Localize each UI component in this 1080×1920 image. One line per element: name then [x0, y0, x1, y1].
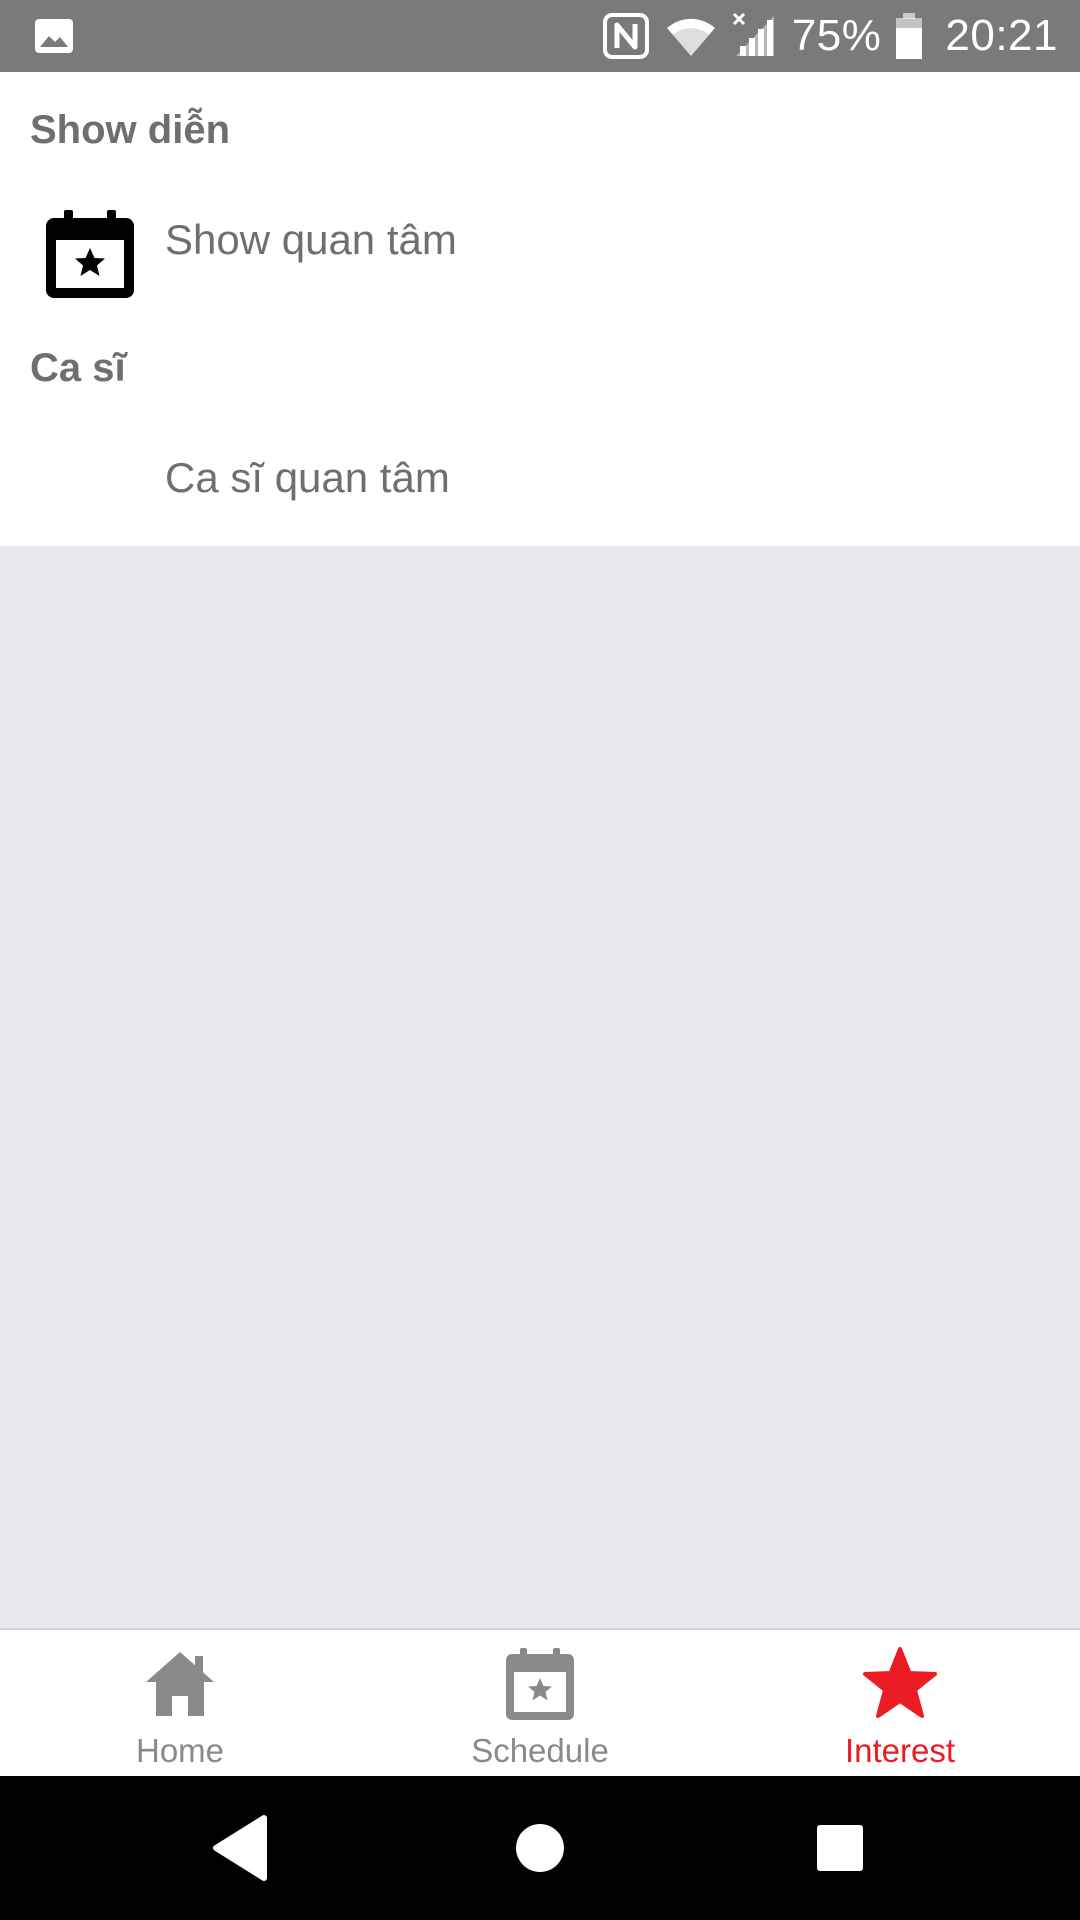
- tab-label: Interest: [844, 1732, 956, 1769]
- list-item-label: Show quan tâm: [165, 216, 457, 263]
- battery-percent: 75%: [791, 11, 882, 60]
- interest-list: Show diễn Show quan tâm Ca sĩ Ca sĩ quan…: [0, 72, 1080, 546]
- section-header-singers: Ca sĩ: [30, 346, 126, 390]
- calendar-star-icon: [500, 1644, 580, 1724]
- status-time: 20:21: [945, 11, 1058, 60]
- recents-button[interactable]: [790, 1798, 890, 1898]
- image-notification-icon: [34, 16, 74, 56]
- section-header-shows: Show diễn: [30, 108, 230, 152]
- home-button[interactable]: [490, 1798, 590, 1898]
- tab-schedule[interactable]: Schedule: [360, 1630, 720, 1778]
- tab-home[interactable]: Home: [0, 1630, 360, 1778]
- list-item-followed-shows[interactable]: Show quan tâm: [0, 186, 1080, 306]
- back-button[interactable]: [190, 1798, 290, 1898]
- list-item-followed-singers[interactable]: Ca sĩ quan tâm: [0, 424, 1080, 544]
- home-icon: [140, 1644, 220, 1724]
- screen: 75% 20:21 Show diễn Show quan tâm Ca sĩ …: [0, 0, 1080, 1920]
- tab-label: Schedule: [471, 1732, 609, 1769]
- tab-label: Home: [135, 1732, 225, 1769]
- wifi-icon: [664, 12, 718, 60]
- star-icon: [860, 1644, 940, 1724]
- signal-icon: [732, 12, 778, 60]
- list-item-label: Ca sĩ quan tâm: [165, 454, 450, 501]
- calendar-star-icon: [44, 208, 136, 300]
- status-bar: 75% 20:21: [0, 0, 1080, 72]
- battery-icon: [895, 12, 923, 60]
- nfc-icon: [602, 12, 650, 60]
- system-nav-bar: [0, 1776, 1080, 1920]
- bottom-tab-bar: Home Schedule Interest: [0, 1628, 1080, 1778]
- tab-interest[interactable]: Interest: [720, 1630, 1080, 1778]
